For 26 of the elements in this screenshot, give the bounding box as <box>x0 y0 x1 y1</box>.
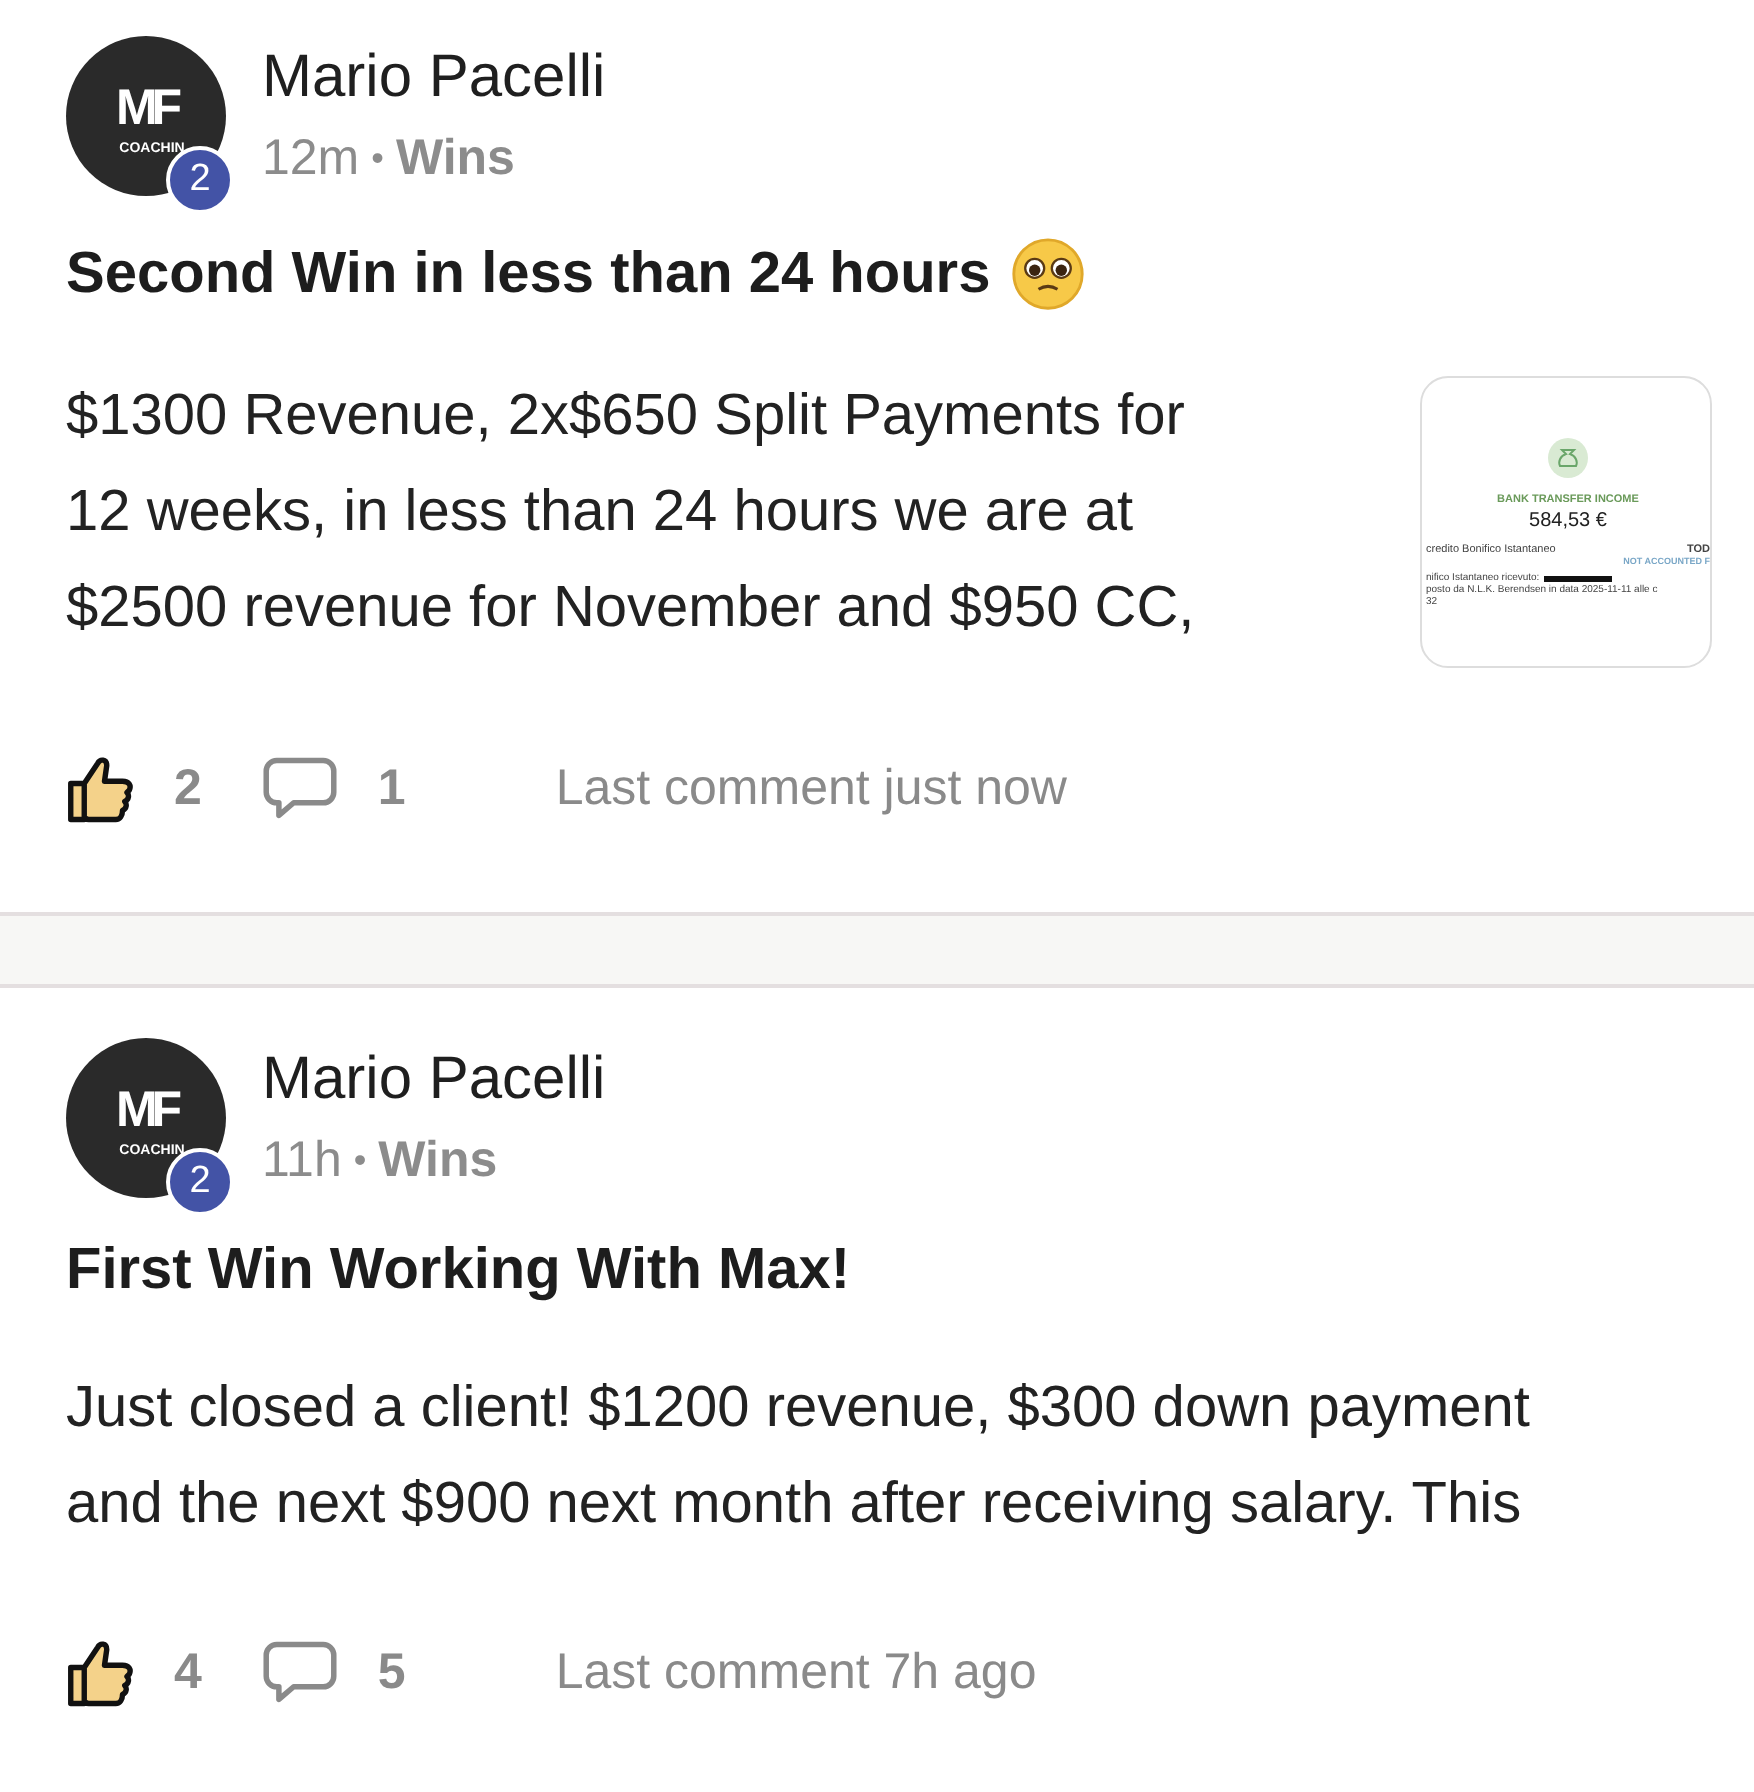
last-comment: Last comment 7h ago <box>555 1643 1037 1701</box>
post-title[interactable]: Second Win in less than 24 hours <box>66 241 991 307</box>
comment-count: 5 <box>377 1643 406 1701</box>
post-body: $1300 Revenue, 2x$650 Split Payments for 12 weeks, in less than 24 hours we are at $2500 revenue for November and $950 CC, <box>66 382 1197 644</box>
post-body: Just closed a client! $1200 revenue, $300 down payment and the next $900 next month after receiving salary. This <box>66 1374 1532 1540</box>
post-time: 12m <box>262 130 360 188</box>
post-title[interactable]: First Win Working With Max! <box>66 1238 851 1304</box>
last-comment: Last comment just now <box>555 759 1067 817</box>
comment-icon[interactable] <box>261 1638 338 1706</box>
avatar-logo: MF <box>115 84 177 134</box>
thumbs-up-icon[interactable] <box>66 1636 134 1708</box>
author-name[interactable]: Mario Pacelli <box>262 1044 606 1116</box>
redaction-mark <box>1543 575 1612 581</box>
comment-count: 1 <box>377 759 406 817</box>
post-time: 11h <box>262 1132 342 1190</box>
separator-dot: • <box>353 1140 367 1182</box>
separator-dot: • <box>371 138 384 180</box>
income-amount: 584,53 € <box>1529 510 1607 532</box>
like-count: 4 <box>174 1643 202 1701</box>
money-bag-icon <box>1548 438 1588 478</box>
avatar-logo: MF <box>115 1086 177 1136</box>
like-count: 2 <box>174 759 202 817</box>
thumbs-up-icon[interactable] <box>66 752 134 824</box>
emoji-icon <box>1010 236 1087 312</box>
comment-icon[interactable] <box>261 754 338 822</box>
author-name[interactable]: Mario Pacelli <box>262 42 606 114</box>
